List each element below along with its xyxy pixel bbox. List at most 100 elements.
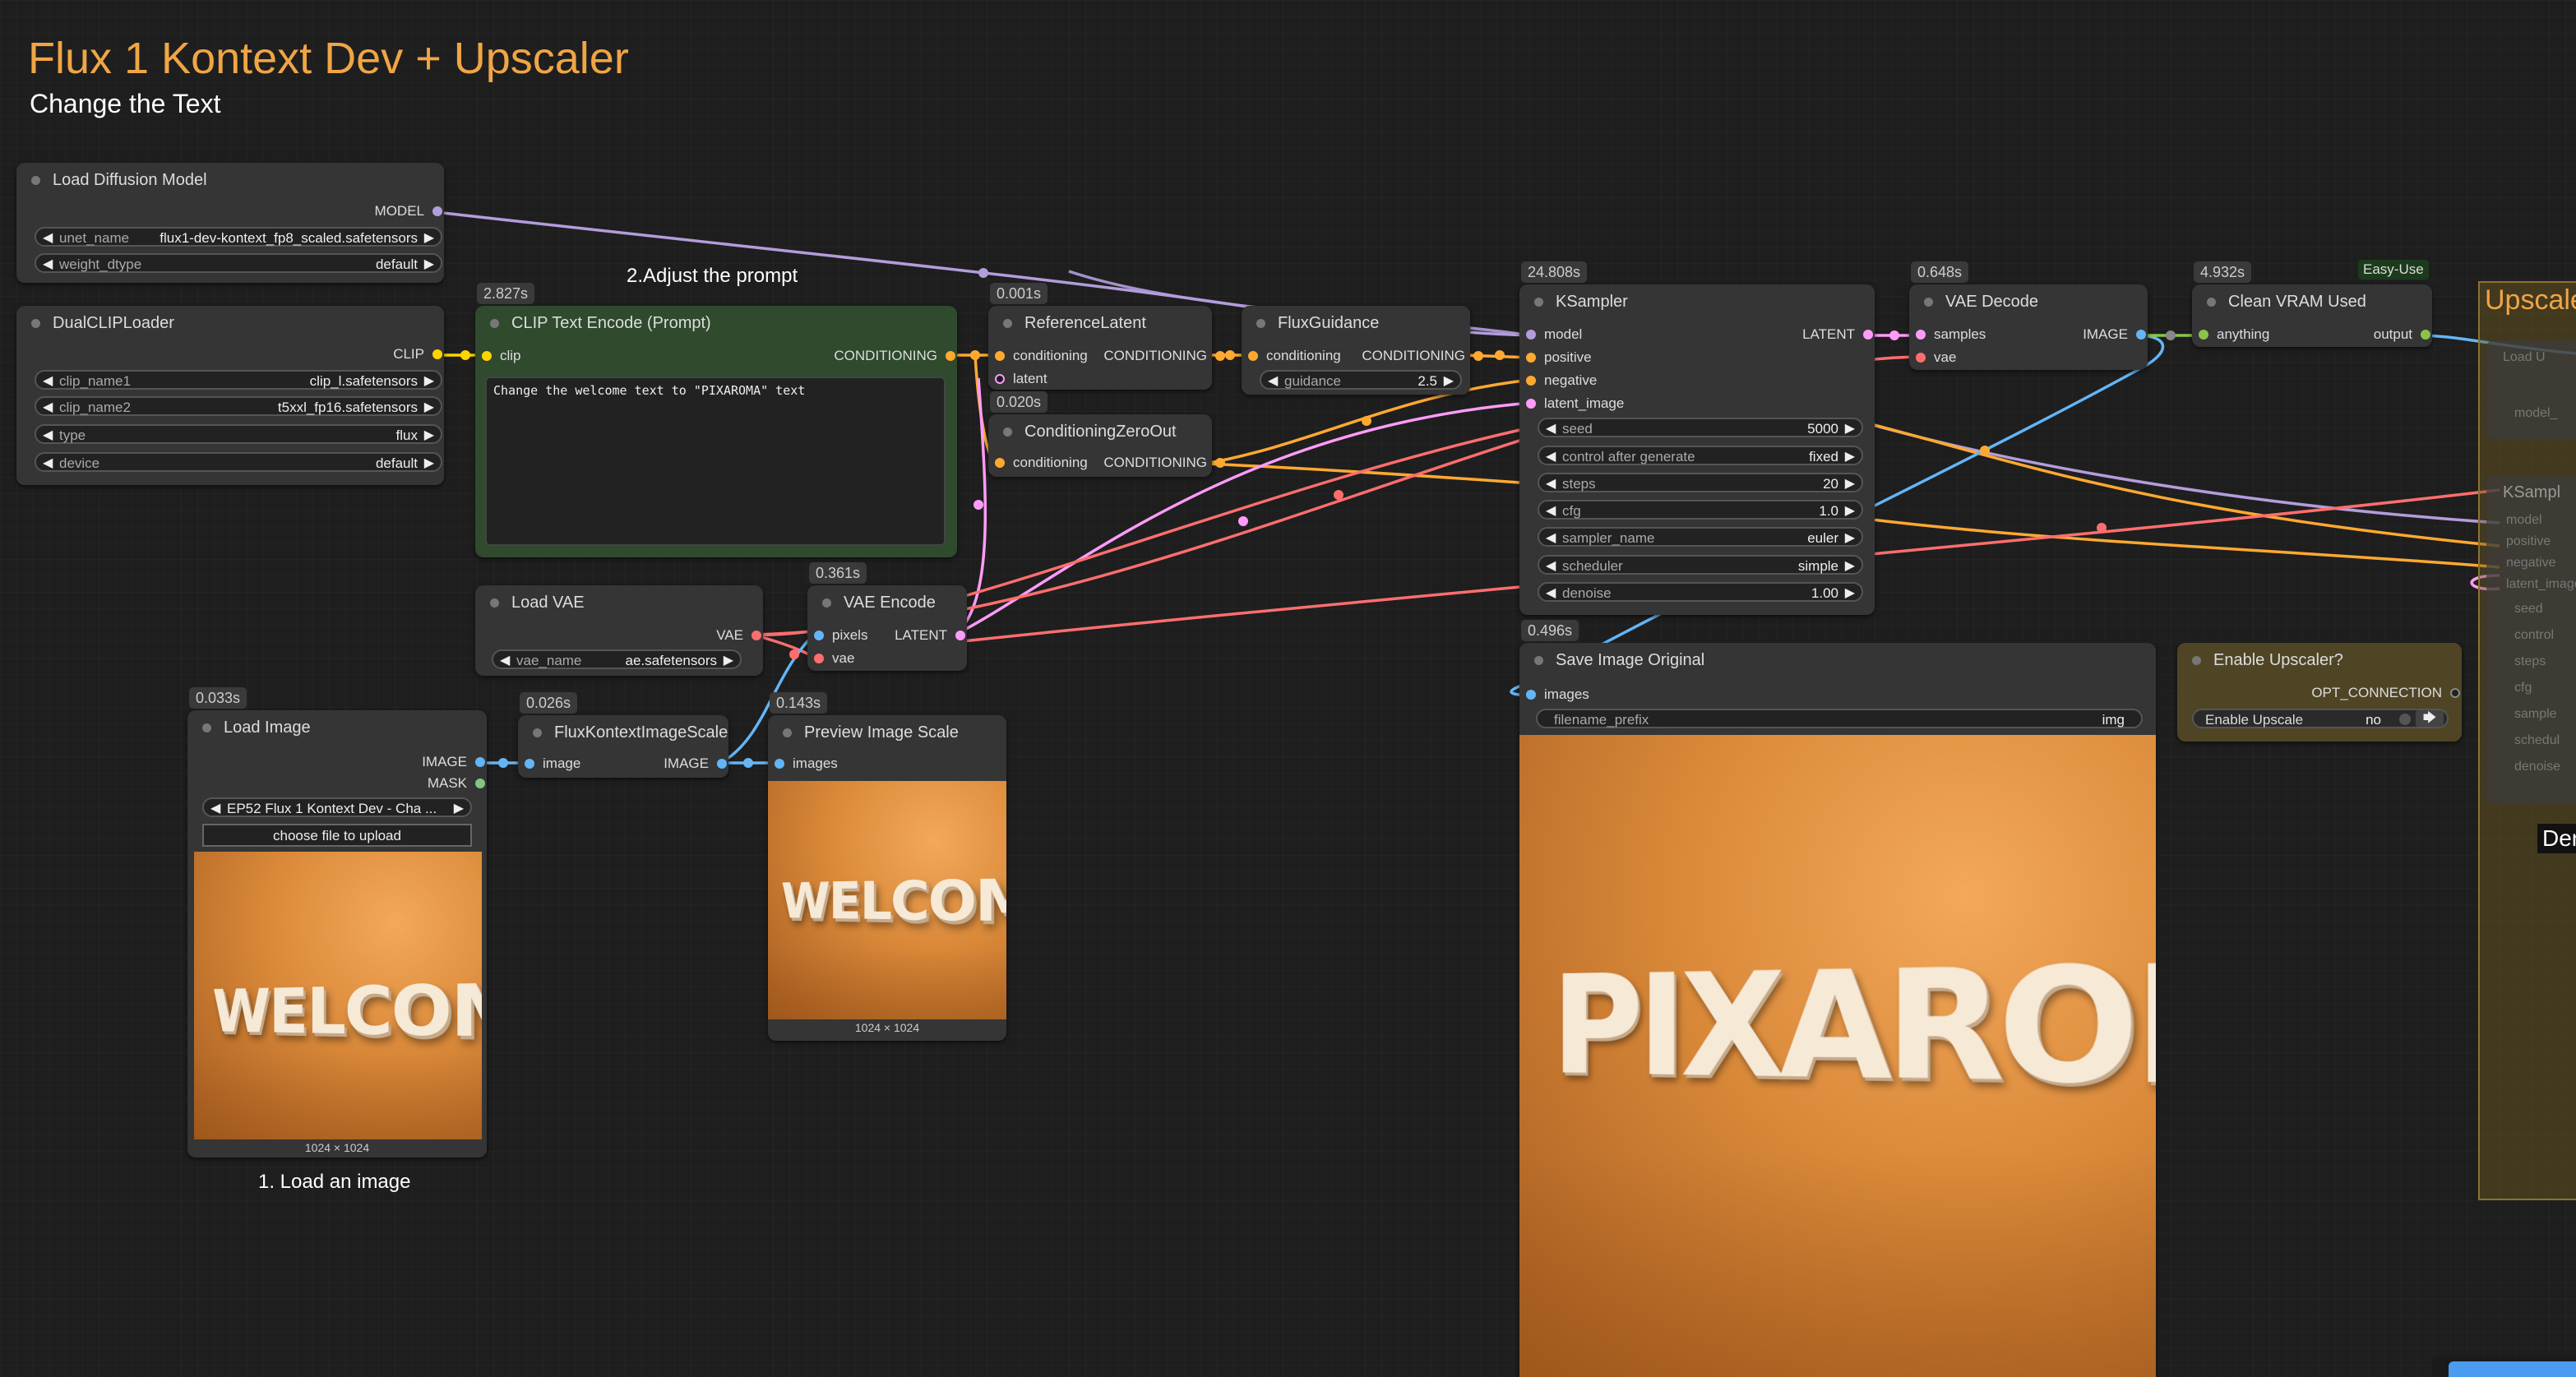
node-reference-latent[interactable]: ReferenceLatent conditioning CONDITIONIN…: [988, 306, 1225, 390]
slot-dot-icon[interactable]: [752, 631, 761, 640]
node-ksampler[interactable]: KSampler model LATENT positive negative …: [1519, 284, 1875, 615]
input-vae[interactable]: vae: [812, 649, 854, 668]
ghost-node-ksampler[interactable]: KSampl model positive negative latent_im…: [2486, 475, 2576, 804]
arrow-left-icon[interactable]: ◀: [1546, 447, 1556, 467]
slot-dot-icon[interactable]: [1248, 351, 1258, 361]
node-header[interactable]: Save Image Original: [1519, 643, 2156, 677]
input-vae[interactable]: vae: [1914, 349, 1956, 367]
arrow-right-icon[interactable]: ▶: [1845, 447, 1855, 467]
ghost-node-load-upscale[interactable]: Load U model_: [2486, 340, 2576, 439]
input-negative[interactable]: negative: [1524, 372, 1597, 390]
output-latent[interactable]: LATENT: [1802, 326, 1875, 344]
input-model[interactable]: model: [1524, 326, 1582, 344]
widget-clip-name2[interactable]: ◀ clip_name2 t5xxl_fp16.safetensors ▶: [35, 396, 442, 416]
slot-dot-icon[interactable]: [1215, 458, 1225, 468]
slot-dot-icon[interactable]: [775, 759, 784, 769]
slot-dot-icon[interactable]: [475, 757, 485, 767]
node-header[interactable]: VAE Encode: [807, 585, 967, 620]
prompt-textarea[interactable]: Change the welcome text to "PIXAROMA" te…: [485, 377, 946, 546]
node-flux-kontext-image-scale[interactable]: FluxKontextImageScale image IMAGE: [518, 715, 728, 778]
arrow-right-icon[interactable]: ▶: [424, 229, 434, 248]
node-preview-image-scale[interactable]: Preview Image Scale images WELCOME 1024 …: [768, 715, 1006, 1041]
slot-dot-icon[interactable]: [432, 349, 442, 359]
input-anything[interactable]: anything: [2197, 326, 2269, 344]
slot-dot-icon[interactable]: [2136, 330, 2146, 340]
input-pixels[interactable]: pixels: [812, 626, 867, 645]
node-header[interactable]: KSampler: [1519, 284, 1875, 319]
output-image[interactable]: IMAGE: [664, 755, 728, 773]
output-output[interactable]: output: [2374, 326, 2432, 344]
arrow-right-icon[interactable]: ▶: [424, 426, 434, 446]
upload-button[interactable]: choose file to upload: [202, 824, 472, 847]
slot-dot-icon[interactable]: [995, 458, 1005, 468]
node-dualcliploader[interactable]: DualCLIPLoader CLIP ◀ clip_name1 clip_l.sa…: [16, 306, 444, 485]
slot-conditioning[interactable]: conditioning CONDITIONING: [1246, 347, 1485, 365]
output-image[interactable]: IMAGE: [422, 753, 487, 771]
node-header[interactable]: ConditioningZeroOut: [988, 414, 1212, 449]
arrow-right-icon[interactable]: ▶: [454, 799, 464, 819]
slot-dot-icon[interactable]: [1526, 353, 1536, 363]
widget-vae-name[interactable]: ◀ vae_name ae.safetensors ▶: [492, 649, 742, 669]
node-header[interactable]: FluxGuidance: [1242, 306, 1470, 340]
input-images[interactable]: images: [773, 755, 838, 773]
widget-weight-dtype[interactable]: ◀ weight_dtype default ▶: [35, 253, 442, 273]
widget-sampler-name[interactable]: ◀ sampler_name euler ▶: [1538, 527, 1863, 547]
arrow-right-icon[interactable]: ▶: [424, 454, 434, 474]
slot-dot-icon[interactable]: [1215, 351, 1225, 361]
arrow-left-icon[interactable]: ◀: [43, 426, 53, 446]
toggle-enable-upscale[interactable]: Enable Upscale no 🡆: [2192, 709, 2449, 728]
arrow-left-icon[interactable]: ◀: [43, 255, 53, 275]
output-latent[interactable]: LATENT: [895, 626, 967, 645]
arrow-left-icon[interactable]: ◀: [500, 651, 510, 671]
output-conditioning[interactable]: CONDITIONING: [834, 347, 957, 365]
arrow-right-icon[interactable]: ▶: [1444, 372, 1454, 391]
widget-clip-name1[interactable]: ◀ clip_name1 clip_l.safetensors ▶: [35, 370, 442, 390]
widget-image-select[interactable]: ◀ EP52 Flux 1 Kontext Dev - Cha ... ▶: [202, 797, 472, 817]
input-image[interactable]: image: [523, 755, 580, 773]
node-vae-decode[interactable]: VAE Decode samples IMAGE vae: [1909, 284, 2148, 370]
arrow-left-icon[interactable]: ◀: [43, 372, 53, 391]
widget-unet-name[interactable]: ◀ unet_name flux1-dev-kontext_fp8_scaled.s…: [35, 227, 442, 247]
output-opt-connection[interactable]: OPT_CONNECTION: [2311, 684, 2462, 702]
input-latent-image[interactable]: latent_image: [1524, 395, 1624, 413]
collapse-dot-icon[interactable]: [202, 723, 211, 732]
arrow-left-icon[interactable]: ◀: [1546, 584, 1556, 603]
slot-dot-icon[interactable]: [1916, 330, 1926, 340]
slot-dot-icon[interactable]: [995, 374, 1005, 384]
widget-filename-prefix[interactable]: filename_prefix img: [1536, 709, 2143, 728]
arrow-right-icon[interactable]: 🡆: [2416, 710, 2444, 727]
collapse-dot-icon[interactable]: [1534, 656, 1543, 665]
input-images[interactable]: images: [1524, 686, 1589, 704]
collapse-dot-icon[interactable]: [2192, 656, 2201, 665]
widget-cfg[interactable]: ◀ cfg 1.0 ▶: [1538, 500, 1863, 520]
arrow-left-icon[interactable]: ◀: [43, 454, 53, 474]
node-header[interactable]: Clean VRAM Used: [2192, 284, 2432, 319]
collapse-dot-icon[interactable]: [490, 319, 499, 328]
slot-dot-icon[interactable]: [1863, 330, 1873, 340]
node-load-image[interactable]: Load Image IMAGE MASK ◀ EP52 Flux 1 Konte…: [187, 710, 487, 1158]
collapse-dot-icon[interactable]: [533, 728, 542, 737]
output-mask[interactable]: MASK: [428, 774, 487, 792]
collapse-dot-icon[interactable]: [1003, 427, 1012, 437]
node-header[interactable]: Preview Image Scale: [768, 715, 1006, 750]
node-clip-text-encode[interactable]: CLIP Text Encode (Prompt) clip CONDITION…: [475, 306, 957, 557]
slot-dot-icon[interactable]: [1526, 399, 1536, 409]
node-header[interactable]: Load VAE: [475, 585, 763, 620]
widget-scheduler[interactable]: ◀ scheduler simple ▶: [1538, 555, 1863, 575]
slot-conditioning[interactable]: conditioning CONDITIONING: [993, 454, 1227, 472]
widget-denoise[interactable]: ◀ denoise 1.00 ▶: [1538, 582, 1863, 602]
widget-type[interactable]: ◀ type flux ▶: [35, 424, 442, 444]
arrow-right-icon[interactable]: ▶: [1845, 557, 1855, 576]
slot-dot-icon[interactable]: [2450, 688, 2460, 698]
arrow-right-icon[interactable]: ▶: [724, 651, 733, 671]
slot-conditioning[interactable]: conditioning CONDITIONING: [993, 347, 1227, 365]
node-header[interactable]: Enable Upscaler?: [2177, 643, 2462, 677]
bottom-toolbar[interactable]: [2432, 1356, 2576, 1377]
slot-dot-icon[interactable]: [955, 631, 965, 640]
arrow-right-icon[interactable]: ▶: [1845, 529, 1855, 548]
node-header[interactable]: ReferenceLatent: [988, 306, 1212, 340]
widget-steps[interactable]: ◀ steps 20 ▶: [1538, 473, 1863, 492]
input-clip[interactable]: clip: [480, 347, 521, 365]
node-load-vae[interactable]: Load VAE VAE ◀ vae_name ae.safetensors ▶: [475, 585, 763, 676]
collapse-dot-icon[interactable]: [2207, 298, 2216, 307]
